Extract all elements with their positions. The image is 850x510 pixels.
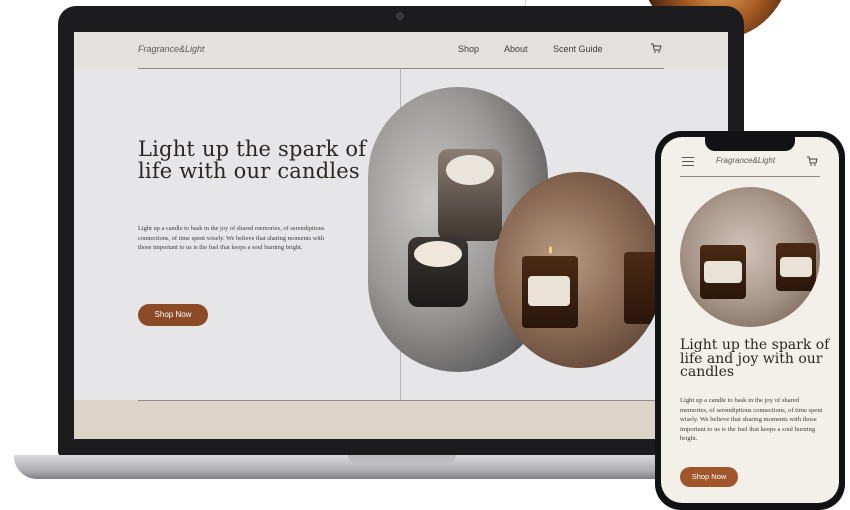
header-rule: [138, 68, 664, 69]
nav-item-shop[interactable]: Shop: [458, 44, 479, 54]
phone-site-logo[interactable]: Fragrance&Light: [716, 156, 775, 165]
hero-title: Light up the spark of life with our cand…: [138, 137, 367, 183]
phone-notch: [705, 137, 795, 151]
phone-candle-photo: [680, 187, 820, 327]
site-logo[interactable]: Fragrance&Light: [138, 44, 205, 54]
cart-icon[interactable]: [650, 42, 662, 54]
cart-icon[interactable]: [806, 155, 818, 167]
footer-rule: [138, 400, 664, 401]
shop-now-button[interactable]: Shop Now: [138, 304, 208, 326]
nav-item-scent-guide[interactable]: Scent Guide: [553, 44, 603, 54]
laptop-camera: [396, 12, 404, 20]
phone-header-rule: [680, 176, 820, 177]
hero-description: Light up a candle to bask in the joy of …: [138, 225, 325, 252]
laptop-opening-notch: [348, 455, 456, 462]
hamburger-menu-icon[interactable]: [682, 157, 694, 166]
candle-photo-circle: [494, 172, 664, 368]
nav-item-about[interactable]: About: [504, 44, 528, 54]
laptop-screen: Fragrance&Light Shop About Scent Guide L…: [74, 32, 728, 439]
section-footer-band: [74, 400, 728, 439]
phone-hero-title: Light up the spark of life and joy with …: [680, 337, 830, 380]
phone-shop-now-button[interactable]: Shop Now: [680, 467, 738, 487]
phone-hero-description: Light up a candle to bask in the joy of …: [680, 397, 823, 443]
